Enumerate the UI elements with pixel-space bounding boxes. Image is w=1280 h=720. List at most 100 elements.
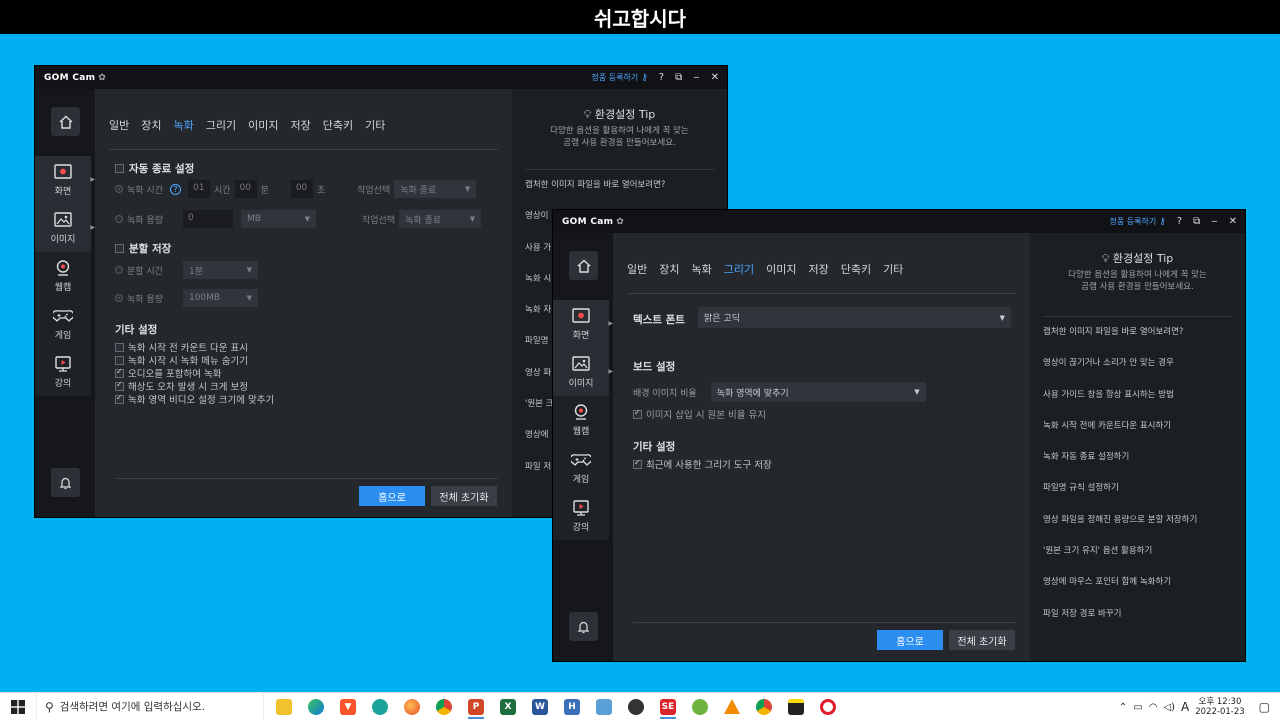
tab-image[interactable]: 이미지 [766, 261, 796, 277]
title-bar[interactable]: GOM Cam ✿ 정품 등록하기 ⚷ ? ⧉ ‒ ✕ [553, 210, 1245, 233]
sidebar-item-game[interactable]: 게임 [553, 444, 609, 492]
minimize-icon[interactable]: ‒ [693, 72, 699, 83]
tip-item[interactable]: 캡처한 이미지 파일을 바로 열어보려면? [525, 170, 715, 201]
option-hide-menu[interactable]: 녹화 시작 시 녹화 메뉴 숨기기 [115, 353, 248, 367]
auto-stop-checkbox[interactable] [115, 164, 124, 173]
sidebar-item-lecture[interactable]: 강의 [35, 348, 91, 396]
tab-general[interactable]: 일반 [109, 117, 129, 133]
tip-item[interactable]: 영상 파일을 정해진 용량으로 분할 저장하기 [1043, 505, 1233, 536]
tab-device[interactable]: 장치 [659, 261, 679, 277]
tab-record[interactable]: 녹화 [692, 261, 712, 277]
tab-save[interactable]: 저장 [291, 117, 311, 133]
home-button[interactable] [569, 251, 598, 280]
tab-save[interactable]: 저장 [809, 261, 829, 277]
ratio-select[interactable]: 녹화 영역에 맞추기 ▼ [710, 382, 926, 402]
size-input[interactable]: 0 [182, 210, 233, 228]
android-icon[interactable] [688, 695, 712, 719]
reset-all-button[interactable]: 전체 초기화 [431, 486, 497, 506]
close-icon[interactable]: ✕ [711, 72, 719, 83]
gear-icon[interactable]: ✿ [616, 217, 624, 227]
sidebar-item-webcam[interactable]: 웹캠 [553, 396, 609, 444]
hwp-icon[interactable]: H [560, 695, 584, 719]
tab-general[interactable]: 일반 [627, 261, 647, 277]
record-size-radio[interactable] [115, 215, 123, 223]
tab-shortcut[interactable]: 단축키 [841, 261, 871, 277]
tip-item[interactable]: '원본 크기 유지' 옵션 활용하기 [1043, 536, 1233, 567]
opera-icon[interactable] [816, 695, 840, 719]
option-keep-ratio[interactable]: 이미지 삽입 시 원본 비율 유지 [633, 407, 766, 421]
split-time-radio[interactable] [115, 266, 123, 274]
restore-icon[interactable]: ⧉ [1193, 216, 1200, 227]
tip-item[interactable]: 녹화 시작 전에 카운트다운 표시하기 [1043, 411, 1233, 442]
close-icon[interactable]: ✕ [1229, 216, 1237, 227]
start-button[interactable] [0, 699, 36, 714]
snipping-icon[interactable] [624, 695, 648, 719]
reset-all-button[interactable]: 전체 초기화 [949, 630, 1015, 650]
notification-center-icon[interactable]: ▢ [1259, 700, 1270, 714]
search-input[interactable]: 검색하려면 여기에 입력하십시오. [60, 699, 205, 714]
notification-button[interactable] [569, 612, 598, 641]
home-reset-button[interactable]: 홈으로 [359, 486, 425, 506]
register-link[interactable]: 정품 등록하기 [591, 72, 638, 83]
split-size-select[interactable]: 100MB ▼ [182, 289, 258, 307]
tab-etc[interactable]: 기타 [883, 261, 903, 277]
split-time-select[interactable]: 1분 ▼ [182, 261, 258, 279]
sidebar-item-lecture[interactable]: 강의 [553, 492, 609, 540]
tip-item[interactable]: 영상에 마우스 포인터 함께 녹화하기 [1043, 567, 1233, 598]
record-time-radio[interactable] [115, 185, 123, 193]
notification-button[interactable] [51, 468, 80, 497]
powerpoint-icon[interactable]: P [464, 695, 488, 719]
tab-draw[interactable]: 그리기 [724, 261, 754, 277]
option-save-tool[interactable]: 최근에 사용한 그리기 도구 저장 [633, 457, 772, 471]
sidebar-item-screen[interactable]: 화면 ▶ [35, 156, 95, 204]
hour-input[interactable]: 01 [187, 180, 210, 198]
title-bar[interactable]: GOM Cam ✿ 정품 등록하기 ⚷ ? ⧉ ‒ ✕ [35, 66, 727, 89]
font-select[interactable]: 맑은 고딕 ▼ [698, 307, 1011, 328]
se-app-icon[interactable]: SE [656, 695, 680, 719]
option-countdown[interactable]: 녹화 시작 전 카운트 다운 표시 [115, 340, 248, 354]
tip-item[interactable]: 파일 저장 경로 바꾸기 [1043, 599, 1233, 630]
tab-draw[interactable]: 그리기 [206, 117, 236, 133]
battery-icon[interactable]: ▭ [1133, 702, 1142, 713]
tip-item[interactable]: 파일명 규칙 설정하기 [1043, 473, 1233, 504]
clock[interactable]: 오후 12:30 2022-01-23 [1195, 697, 1244, 717]
minimize-icon[interactable]: ‒ [1211, 216, 1217, 227]
size-unit-select[interactable]: MB ▼ [240, 210, 316, 228]
app-s-icon[interactable] [368, 695, 392, 719]
help-button[interactable]: ? [659, 72, 664, 83]
chevron-up-icon[interactable]: ⌃ [1119, 702, 1127, 713]
split-size-radio[interactable] [115, 294, 123, 302]
help-button[interactable]: ? [1177, 216, 1182, 227]
taskbar-search[interactable]: ⚲ 검색하려면 여기에 입력하십시오. [36, 692, 264, 720]
tip-item[interactable]: 캡처한 이미지 파일을 바로 열어보려면? [1043, 317, 1233, 348]
brave-icon[interactable]: ▼ [336, 695, 360, 719]
second-input[interactable]: 00 [290, 180, 313, 198]
tip-item[interactable]: 녹화 자동 종료 설정하기 [1043, 442, 1233, 473]
minute-input[interactable]: 00 [234, 180, 257, 198]
chrome-alt-icon[interactable] [752, 695, 776, 719]
restore-icon[interactable]: ⧉ [675, 72, 682, 83]
option-resolution[interactable]: 해상도 오차 발생 시 크게 보정 [115, 379, 248, 393]
option-audio[interactable]: 오디오를 포함하여 녹화 [115, 366, 221, 380]
ime-indicator[interactable]: A [1181, 700, 1189, 714]
volume-icon[interactable]: ◁) [1163, 702, 1175, 713]
edge-icon[interactable] [304, 695, 328, 719]
wifi-icon[interactable]: ◠ [1149, 702, 1158, 713]
remote-desktop-icon[interactable] [592, 695, 616, 719]
firefox-icon[interactable] [400, 695, 424, 719]
size-action-select[interactable]: 녹화 종료 ▼ [399, 210, 482, 228]
sticky-notes-icon[interactable] [784, 695, 808, 719]
option-fit-size[interactable]: 녹화 영역 비디오 설정 크기에 맞추기 [115, 392, 274, 406]
action-select[interactable]: 녹화 종료 ▼ [394, 180, 477, 198]
tip-item[interactable]: 영상이 끊기거나 소리가 안 맞는 경우 [1043, 348, 1233, 379]
split-checkbox[interactable] [115, 244, 124, 253]
gear-icon[interactable]: ✿ [98, 73, 106, 83]
tab-device[interactable]: 장치 [141, 117, 161, 133]
tip-item[interactable]: 사용 가이드 창을 항상 표시하는 방법 [1043, 380, 1233, 411]
sidebar-item-screen[interactable]: 화면 ▶ [553, 300, 613, 348]
file-explorer-icon[interactable] [272, 695, 296, 719]
tab-etc[interactable]: 기타 [365, 117, 385, 133]
chrome-icon[interactable] [432, 695, 456, 719]
vlc-icon[interactable] [720, 695, 744, 719]
register-link[interactable]: 정품 등록하기 [1109, 216, 1156, 227]
